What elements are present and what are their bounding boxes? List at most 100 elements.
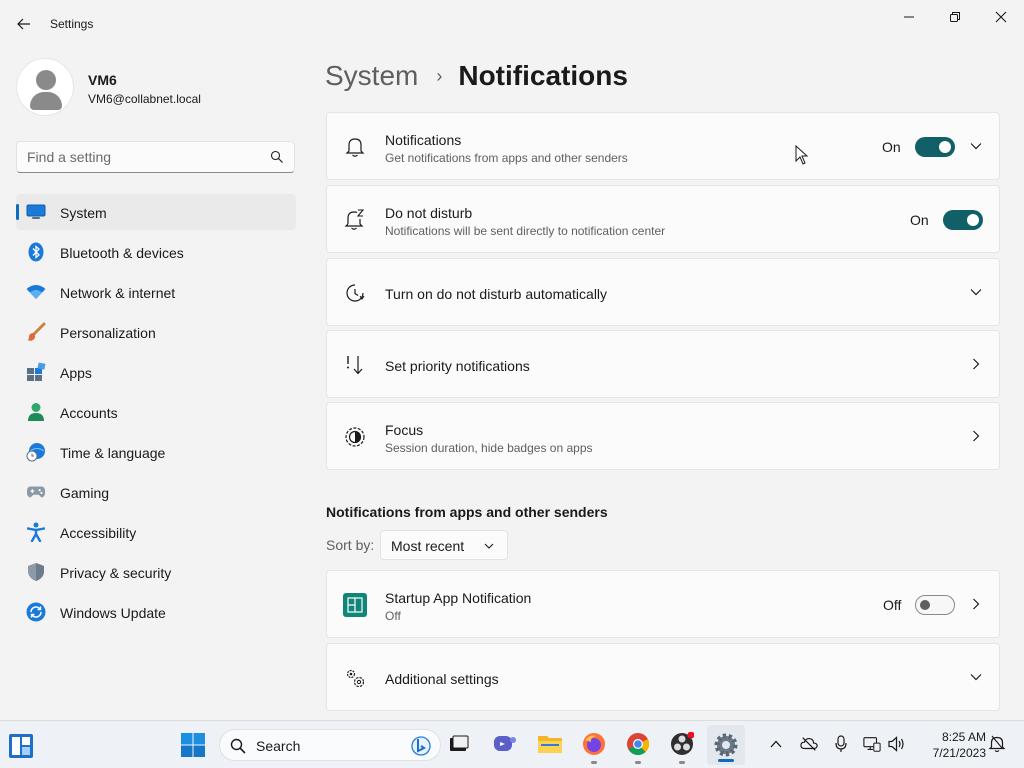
focus-card[interactable]: Focus Session duration, hide badges on a… (326, 402, 1000, 470)
sidebar-item-label: Gaming (60, 485, 110, 501)
show-hidden-icons-button[interactable] (767, 735, 785, 753)
chrome-button[interactable] (624, 730, 652, 764)
sidebar-item-apps[interactable]: Apps (16, 354, 296, 390)
sidebar-item-accessibility[interactable]: Accessibility (16, 514, 296, 550)
sidebar-item-label: Network & internet (60, 285, 176, 301)
obs-button[interactable] (668, 730, 696, 764)
search-icon[interactable] (270, 150, 284, 164)
chevron-right-icon[interactable] (969, 597, 983, 611)
user-profile[interactable]: VM6 VM6@collabnet.local (16, 58, 296, 118)
card-title: Focus (385, 422, 424, 438)
notification-bell-icon (988, 735, 1006, 753)
back-arrow-icon (17, 18, 30, 30)
sidebar-item-label: Windows Update (60, 605, 166, 621)
chevron-up-icon (770, 740, 782, 748)
minimize-button[interactable] (886, 4, 932, 30)
task-view-button[interactable] (445, 730, 473, 758)
sort-selected-value: Most recent (391, 538, 465, 554)
clock-icon (343, 281, 367, 305)
running-indicator (591, 761, 597, 764)
card-title: Turn on do not disturb automatically (385, 286, 608, 302)
minimize-icon (904, 16, 914, 18)
sidebar-item-label: Accounts (60, 405, 118, 421)
do-not-disturb-toggle[interactable] (943, 210, 983, 230)
firefox-button[interactable] (580, 730, 608, 764)
restore-icon (950, 12, 960, 22)
toggle-state-label: On (882, 139, 901, 155)
network-button[interactable] (863, 735, 881, 753)
obs-studio-icon (671, 732, 694, 755)
sidebar-item-system[interactable]: System (16, 194, 296, 230)
search-input[interactable] (17, 142, 267, 172)
chevron-down-icon[interactable] (969, 670, 983, 684)
sidebar-item-gaming[interactable]: Gaming (16, 474, 296, 510)
active-indicator (718, 759, 734, 762)
notifications-toggle[interactable] (915, 137, 955, 157)
maximize-button[interactable] (932, 4, 978, 30)
settings-app-button[interactable] (707, 725, 745, 765)
card-title: Startup App Notification (385, 590, 532, 606)
close-button[interactable] (978, 4, 1024, 30)
sidebar-item-label: Privacy & security (60, 565, 172, 581)
task-view-icon (450, 735, 469, 751)
sidebar-item-network[interactable]: Network & internet (16, 274, 296, 310)
bell-snooze-icon (343, 208, 367, 232)
card-title: Do not disturb (385, 205, 473, 221)
gears-icon (343, 666, 367, 690)
toggle-state-label: On (910, 212, 929, 228)
sidebar-item-windows-update[interactable]: Windows Update (16, 594, 296, 630)
sort-dropdown[interactable]: Most recent (380, 530, 508, 560)
close-icon (995, 11, 1007, 23)
do-not-disturb-card: Do not disturb Notifications will be sen… (326, 185, 1000, 253)
back-button[interactable] (12, 12, 36, 36)
running-indicator (635, 761, 641, 764)
chevron-right-icon[interactable] (969, 357, 983, 371)
shield-icon (26, 562, 46, 582)
taskbar: Search 8:25 AM 7/21/2023 (0, 720, 1024, 768)
clock-button[interactable]: 8:25 AM 7/21/2023 (914, 729, 986, 761)
priority-notifications-card[interactable]: Set priority notifications (326, 330, 1000, 398)
bing-icon[interactable] (410, 735, 432, 757)
card-subtitle: Off (385, 609, 401, 623)
sidebar-item-accounts[interactable]: Accounts (16, 394, 296, 430)
startup-app-toggle[interactable] (915, 595, 955, 615)
section-heading: Notifications from apps and other sender… (326, 504, 608, 520)
cloud-offline-icon (800, 737, 818, 751)
widgets-icon (9, 734, 33, 758)
notification-center-button[interactable] (988, 735, 1006, 753)
priority-sort-icon (343, 353, 367, 377)
breadcrumb-parent[interactable]: System (325, 60, 418, 92)
sidebar-item-personalization[interactable]: Personalization (16, 314, 296, 350)
clock-date: 7/21/2023 (932, 746, 986, 760)
sidebar-item-label: Apps (60, 365, 92, 381)
teams-chat-button[interactable] (491, 730, 519, 758)
sidebar-item-privacy[interactable]: Privacy & security (16, 554, 296, 590)
chevron-right-icon[interactable] (969, 429, 983, 443)
additional-settings-card[interactable]: Additional settings (326, 643, 1000, 711)
chevron-down-icon[interactable] (969, 285, 983, 299)
sidebar-item-time-language[interactable]: Time & language (16, 434, 296, 470)
volume-button[interactable] (887, 735, 905, 753)
dnd-automatic-card[interactable]: Turn on do not disturb automatically (326, 258, 1000, 326)
taskbar-search[interactable]: Search (219, 729, 441, 761)
startup-app-card[interactable]: Startup App Notification Off Off (326, 570, 1000, 638)
start-button[interactable] (180, 732, 206, 758)
microphone-button[interactable] (832, 735, 850, 753)
breadcrumb: System › Notifications (325, 58, 628, 94)
card-subtitle: Get notifications from apps and other se… (385, 151, 628, 165)
sidebar-item-label: Accessibility (60, 525, 137, 541)
running-indicator (679, 761, 685, 764)
sidebar-item-bluetooth[interactable]: Bluetooth & devices (16, 234, 296, 270)
find-setting-search[interactable] (16, 141, 295, 173)
chevron-down-icon[interactable] (969, 139, 983, 153)
chat-icon (494, 736, 516, 751)
onedrive-button[interactable] (800, 735, 818, 753)
system-icon (26, 202, 46, 222)
widgets-button[interactable] (8, 733, 34, 759)
chrome-icon (627, 733, 650, 755)
firefox-icon (583, 733, 605, 755)
page-title: Notifications (458, 60, 628, 91)
breadcrumb-separator: › (436, 65, 443, 86)
notifications-card[interactable]: Notifications Get notifications from app… (326, 112, 1000, 180)
file-explorer-button[interactable] (536, 730, 564, 758)
